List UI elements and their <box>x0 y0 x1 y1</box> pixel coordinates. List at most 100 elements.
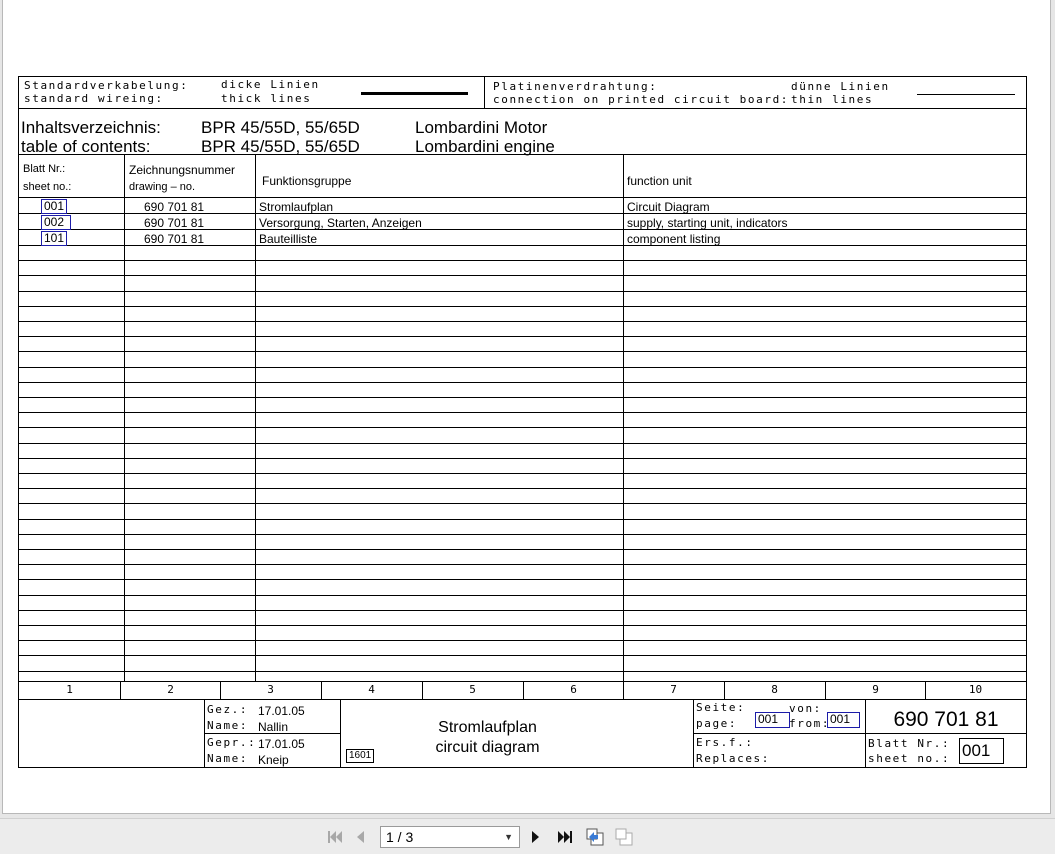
viewer-toolbar: 1 / 3 ▼ <box>0 818 1055 854</box>
pcb-wiring-label-en: connection on printed circuit board: <box>493 93 790 106</box>
column-header-drawing-de: Zeichnungsnummer <box>129 163 236 177</box>
column-divider <box>120 681 121 699</box>
table-row-line <box>19 564 1026 565</box>
thin-lines-label-de: dünne Linien <box>791 80 890 93</box>
table-row-line <box>19 291 1026 292</box>
thick-lines-label-de: dicke Linien <box>221 78 320 91</box>
sheet-number-field[interactable]: 001 <box>959 738 1004 764</box>
page-selector[interactable]: 1 / 3 ▼ <box>380 826 520 848</box>
column-number: 8 <box>771 683 778 696</box>
drawn-label: Gez.: <box>207 703 249 716</box>
table-row-line <box>19 397 1026 398</box>
page-label-en: page: <box>696 717 738 730</box>
toc-title-de: Inhaltsverzeichnis: <box>21 118 161 137</box>
diagram-title-en: circuit diagram <box>435 739 540 756</box>
table-row-line <box>19 382 1026 383</box>
column-divider <box>321 681 322 699</box>
table-row-unit: Circuit Diagram <box>627 200 710 214</box>
column-divider <box>220 681 221 699</box>
checked-name: Kneip <box>258 753 289 767</box>
export-icon[interactable] <box>584 827 606 847</box>
table-row-line <box>19 306 1026 307</box>
drawn-name: Nallin <box>258 720 289 734</box>
table-row-line <box>19 197 1026 198</box>
of-label-en: from: <box>789 717 831 730</box>
drawing-frame: Standardverkabelung: standard wireing: d… <box>18 76 1027 768</box>
checked-name-label: Name: <box>207 752 249 765</box>
checked-label: Gepr.: <box>207 736 257 749</box>
of-label-de: von: <box>789 702 822 715</box>
next-page-icon[interactable] <box>528 827 544 847</box>
column-divider <box>724 681 725 699</box>
thick-line-sample <box>361 92 468 95</box>
replaces-label-de: Ers.f.: <box>696 736 754 749</box>
column-header-drawing-en: drawing – no. <box>129 181 196 193</box>
table-row-line <box>19 549 1026 550</box>
table-row-line <box>19 610 1026 611</box>
table-row-group: Bauteilliste <box>259 232 318 246</box>
table-row-line <box>19 534 1026 535</box>
column-divider <box>523 681 524 699</box>
standard-wiring-label-de: Standardverkabelung: <box>24 79 189 92</box>
table-row-line <box>19 275 1026 276</box>
column-number: 1 <box>66 683 73 696</box>
column-number: 2 <box>167 683 174 696</box>
pcb-wiring-label-de: Platinenverdrahtung: <box>493 80 658 93</box>
column-divider <box>422 681 423 699</box>
page-number-field[interactable]: 001 <box>755 712 790 728</box>
table-row-line <box>19 443 1026 444</box>
table-row-line <box>19 321 1026 322</box>
table-row-drawing: 690 701 81 <box>144 200 205 214</box>
sheet-label-en: sheet no.: <box>868 752 951 765</box>
thin-line-sample <box>917 94 1015 95</box>
diagram-title-de: Stromlaufplan <box>438 719 537 736</box>
sheet-link-101[interactable]: 101 <box>41 231 67 246</box>
engine-de: Lombardini Motor <box>415 118 548 137</box>
column-number: 10 <box>968 683 983 696</box>
column-divider <box>623 681 624 699</box>
standard-wiring-label-en: standard wireing: <box>24 92 164 105</box>
column-divider <box>825 681 826 699</box>
table-row-line <box>19 640 1026 641</box>
table-row-line <box>19 336 1026 337</box>
page-label-de: Seite: <box>696 701 746 714</box>
table-row-line <box>19 367 1026 368</box>
document-page: Standardverkabelung: standard wireing: d… <box>2 0 1051 814</box>
column-number: 9 <box>872 683 879 696</box>
model-de: BPR 45/55D, 55/65D <box>201 118 360 137</box>
column-header-unit: function unit <box>627 174 692 188</box>
first-page-icon[interactable] <box>325 827 345 847</box>
table-row-line <box>19 671 1026 672</box>
copy-icon[interactable] <box>613 827 635 847</box>
thick-lines-label-en: thick lines <box>221 92 312 105</box>
sheet-link-001[interactable]: 001 <box>41 199 67 214</box>
column-header-group: Funktionsgruppe <box>262 174 352 188</box>
column-header-sheet-en: sheet no.: <box>23 181 72 193</box>
table-row-line <box>19 579 1026 580</box>
table-row-unit: supply, starting unit, indicators <box>627 216 788 230</box>
table-row-drawing: 690 701 81 <box>144 232 205 246</box>
thin-lines-label-en: thin lines <box>791 93 874 106</box>
drawn-name-label: Name: <box>207 719 249 732</box>
column-number: 6 <box>570 683 577 696</box>
table-row-line <box>19 412 1026 413</box>
column-divider <box>925 681 926 699</box>
table-row-group: Stromlaufplan <box>259 200 334 214</box>
column-number: 5 <box>469 683 476 696</box>
table-row-line <box>19 655 1026 656</box>
drawn-date: 17.01.05 <box>258 704 305 718</box>
table-row-drawing: 690 701 81 <box>144 216 205 230</box>
column-number: 7 <box>670 683 677 696</box>
of-number-field[interactable]: 001 <box>827 712 860 728</box>
column-number: 4 <box>368 683 375 696</box>
drawing-number: 690 701 81 <box>893 708 999 731</box>
checked-date: 17.01.05 <box>258 737 305 751</box>
prev-page-icon[interactable] <box>352 827 368 847</box>
page-indicator: 1 / 3 <box>386 829 414 845</box>
sheet-link-002[interactable]: 002 <box>41 215 71 230</box>
chevron-down-icon: ▼ <box>504 832 513 842</box>
last-page-icon[interactable] <box>555 827 575 847</box>
table-row-group: Versorgung, Starten, Anzeigen <box>259 216 422 230</box>
table-row-unit: component listing <box>627 232 721 246</box>
table-row-line <box>19 473 1026 474</box>
